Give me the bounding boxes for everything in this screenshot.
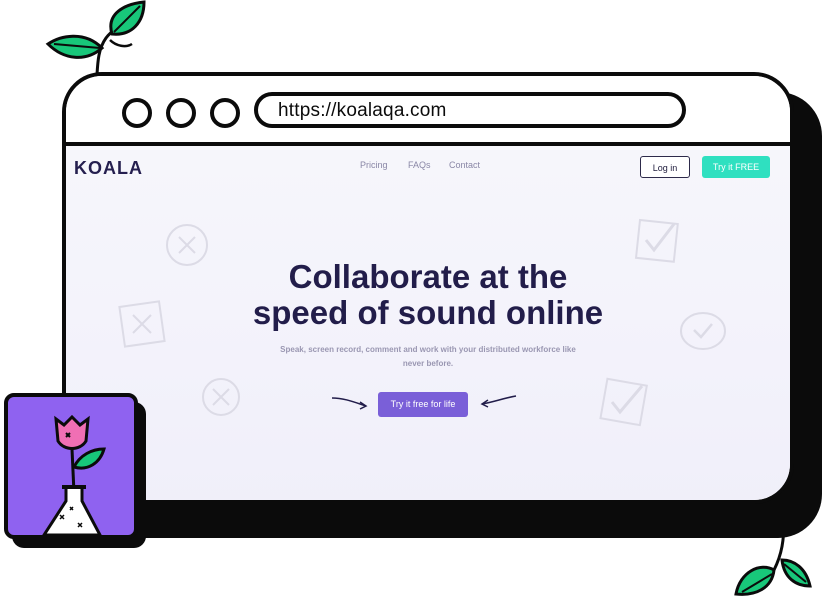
url-text: https://koalaqa.com [278,100,447,121]
window-dot-icon[interactable] [166,98,196,128]
flower-vase-icon [42,414,106,535]
arrow-icon [480,395,517,408]
subtitle-line-1: Speak, screen record, comment and work w… [280,345,576,354]
try-free-button[interactable]: Try it FREE [702,156,770,178]
address-bar[interactable]: https://koalaqa.com [254,92,686,128]
window-dot-icon[interactable] [210,98,240,128]
hero-line-2: speed of sound online [252,294,604,331]
hero-heading: Collaborate at the speed of sound online [66,259,790,331]
hero-line-1: Collaborate at the [288,258,568,295]
site-logo[interactable]: KOALA [74,158,143,179]
nav-faqs[interactable]: FAQs [408,160,431,170]
subtitle-line-2: never before. [402,359,454,368]
browser-window: https://koalaqa.com KOALA Pricing FAQs C… [62,72,794,504]
arrow-icon [331,397,368,410]
hero-subtitle: Speak, screen record, comment and work w… [66,343,790,371]
window-dot-icon[interactable] [122,98,152,128]
login-button[interactable]: Log in [640,156,690,178]
flower-card [4,393,138,539]
nav-contact[interactable]: Contact [449,160,480,170]
cta-button[interactable]: Try it free for life [378,392,468,417]
check-box-icon [599,377,648,427]
browser-toolbar: https://koalaqa.com [66,76,790,146]
nav-pricing[interactable]: Pricing [360,160,388,170]
x-mark-icon [202,378,240,416]
website-viewport: KOALA Pricing FAQs Contact Log in Try it… [66,146,790,500]
